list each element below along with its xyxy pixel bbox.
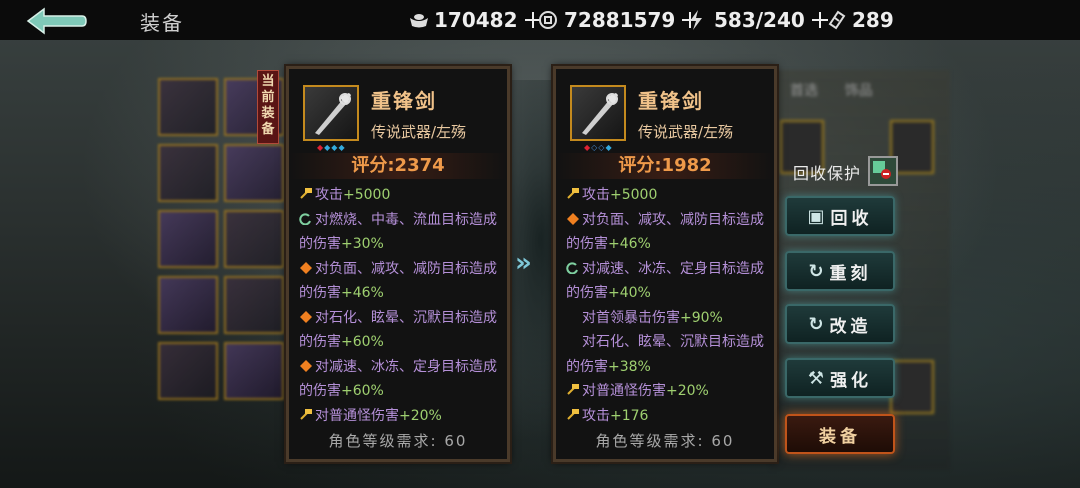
refresh-icon: ↻ [808, 313, 824, 335]
inventory-slot[interactable] [158, 210, 218, 268]
hammer-icon [566, 380, 580, 395]
level-requirement: 角色等级需求: 60 [328, 432, 468, 450]
resource-silver: 170482 [408, 8, 542, 32]
candidate-item-card: ◆◇◇◆ 重锋剑 传说武器/左殇 评分:1982 攻击+5000 对负面、减攻、… [553, 66, 777, 462]
recycle-protect-toggle[interactable] [868, 156, 898, 186]
attribute-row: 攻击+5000 [299, 183, 499, 208]
modify-button[interactable]: ↻ 改造 [785, 304, 895, 344]
item-name: 重锋剑 [638, 89, 704, 113]
inventory-slot[interactable] [158, 144, 218, 202]
level-requirement: 角色等级需求: 60 [595, 432, 735, 450]
inventory-slot[interactable] [224, 144, 284, 202]
attribute-row: 对减速、冰冻、定身目标造成的伤害+60% [299, 355, 499, 404]
hammer-icon: ⚒ [807, 367, 825, 389]
button-label: 重刻 [829, 263, 872, 284]
sword-icon [303, 85, 359, 141]
blurred-tabs: 首选 饰品 [790, 80, 873, 100]
recycle-box-icon: ▣ [807, 205, 825, 227]
button-label: 强化 [830, 370, 873, 391]
resource-value: 583/240 [714, 8, 805, 32]
current-equipment-tag: 当前装备 [257, 70, 279, 144]
attribute-row: 对负面、减攻、减防目标造成的伤害+46% [566, 208, 766, 257]
item-score: 评分:1982 [556, 153, 774, 179]
hammer-icon [566, 405, 580, 420]
inventory-slot[interactable] [224, 342, 284, 400]
inventory-slot[interactable] [224, 276, 284, 334]
inventory-slot[interactable] [158, 342, 218, 400]
reforge-button[interactable]: ↻ 重刻 [785, 251, 895, 291]
hammer-icon [299, 405, 313, 420]
recycle-protect-label: 回收保护 [793, 164, 862, 183]
compare-arrow-icon: » [515, 248, 532, 278]
attribute-row: 攻击+5000 [566, 183, 766, 208]
resource-coin: 72881579 [538, 8, 699, 32]
diamond-icon [299, 258, 313, 274]
enhance-button[interactable]: ⚒ 强化 [785, 358, 895, 398]
page-title: 装备 [140, 11, 184, 35]
attribute-row: 对普通怪伤害+20% [566, 379, 766, 404]
attribute-row: 对普通怪伤害+20% [299, 404, 499, 429]
resource-energy: 583/240 [688, 8, 829, 32]
inventory-slot[interactable] [158, 276, 218, 334]
gem-slots: ◆◇◇◆ [584, 143, 613, 152]
item-name: 重锋剑 [371, 89, 437, 113]
inventory-slot[interactable] [158, 78, 218, 136]
inventory-slot[interactable] [890, 360, 934, 414]
resource-value: 170482 [434, 8, 518, 32]
attribute-row: 对首领暴击伤害+90% [582, 309, 723, 326]
item-score: 评分:2374 [289, 153, 507, 179]
button-label: 装备 [819, 426, 861, 447]
refresh-icon: ↻ [808, 260, 824, 282]
diamond-icon [566, 209, 580, 225]
equip-button[interactable]: 装备 [785, 414, 895, 454]
sword-icon [570, 85, 626, 141]
coin-icon [538, 10, 558, 30]
lightning-icon [688, 10, 708, 30]
silver-ingot-icon [408, 10, 428, 30]
current-item-card: ◆◆◆◆ 重锋剑 传说武器/左殇 评分:2374 攻击+5000 对燃烧、中毒、… [286, 66, 510, 462]
resource-value: 72881579 [564, 8, 676, 32]
button-label: 改造 [829, 316, 872, 337]
attribute-list: 攻击+5000 对燃烧、中毒、流血目标造成的伤害+30% 对负面、减攻、减防目标… [299, 183, 499, 428]
inventory-slot[interactable] [224, 210, 284, 268]
swirl-icon [566, 258, 580, 274]
ticket-icon [826, 10, 846, 30]
tab-label: 饰品 [844, 83, 873, 99]
tab-label: 首选 [790, 83, 818, 99]
diamond-icon [299, 307, 313, 323]
recycle-button[interactable]: ▣ 回收 [785, 196, 895, 236]
gem-slots: ◆◆◆◆ [317, 143, 346, 152]
attribute-row: 对石化、眩晕、沉默目标造成的伤害+60% [299, 306, 499, 355]
diamond-icon [299, 356, 313, 372]
attribute-row: 对负面、减攻、减防目标造成的伤害+46% [299, 257, 499, 306]
attribute-row: 对燃烧、中毒、流血目标造成的伤害+30% [299, 208, 499, 257]
swirl-icon [299, 209, 313, 225]
item-type: 传说武器/左殇 [638, 123, 734, 141]
hammer-icon [299, 184, 313, 199]
top-bar: 装备 170482 72881579 583/240 289 [0, 0, 1080, 40]
resource-ticket: 289 [826, 8, 894, 32]
button-label: 回收 [830, 208, 873, 229]
attribute-row: 攻击+176 [566, 404, 766, 429]
attribute-row: 对减速、冰冻、定身目标造成的伤害+40% [566, 257, 766, 306]
hammer-icon [566, 184, 580, 199]
attribute-list: 攻击+5000 对负面、减攻、减防目标造成的伤害+46% 对减速、冰冻、定身目标… [566, 183, 766, 428]
back-arrow-icon[interactable] [24, 6, 88, 36]
item-type: 传说武器/左殇 [371, 123, 467, 141]
attribute-row: 对石化、眩晕、沉默目标造成的伤害+38% [566, 334, 764, 375]
resource-value: 289 [852, 8, 894, 32]
